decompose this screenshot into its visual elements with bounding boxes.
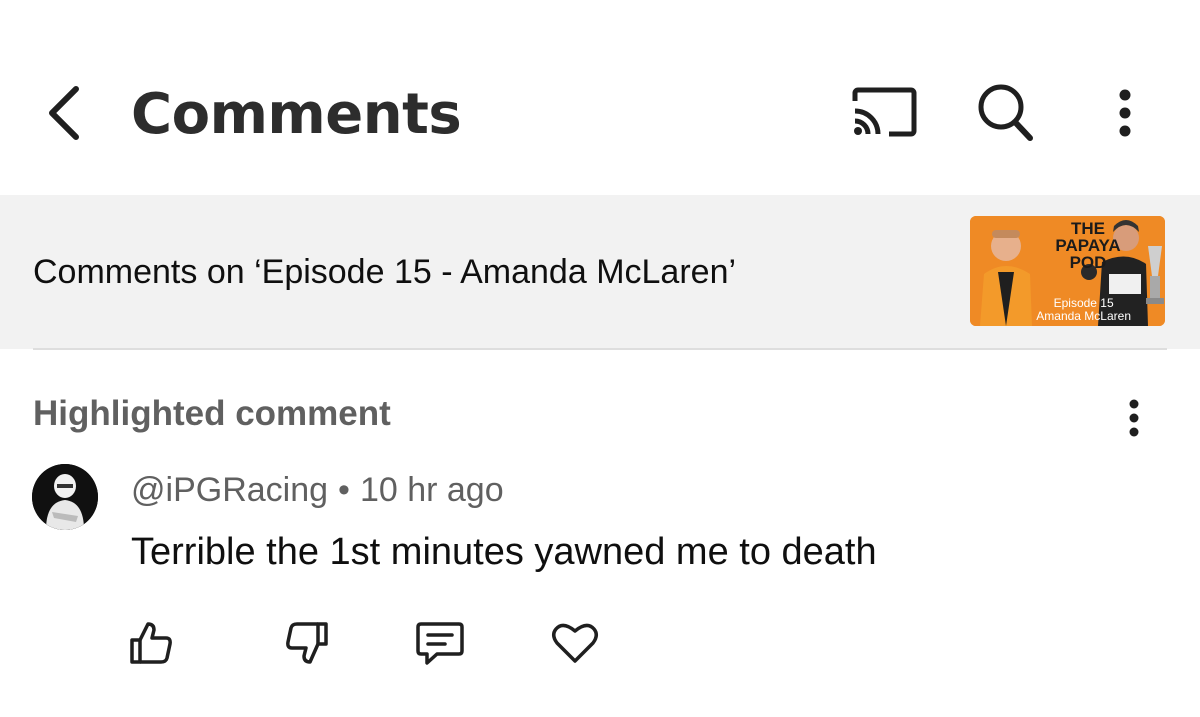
comment-author[interactable]: @iPGRacing [131, 471, 328, 509]
cast-icon [851, 87, 917, 144]
comment-more-button[interactable] [1112, 395, 1156, 445]
dislike-button[interactable] [277, 615, 337, 675]
reply-icon [415, 620, 465, 671]
more-vertical-icon [1115, 88, 1135, 143]
cast-button[interactable] [844, 80, 924, 150]
back-button[interactable] [36, 80, 92, 150]
context-title: Comments on ‘Episode 15 - Amanda McLaren… [33, 253, 737, 291]
comment-meta: @iPGRacing • 10 hr ago [131, 468, 504, 512]
search-button[interactable] [966, 78, 1046, 152]
thumbnail-title: THE PAPAYA POD [1055, 219, 1121, 272]
page-title: Comments [131, 82, 462, 147]
highlighted-comment-label: Highlighted comment [33, 394, 391, 433]
chevron-left-icon [44, 83, 84, 148]
search-icon [976, 82, 1036, 149]
avatar[interactable] [32, 464, 98, 530]
divider [33, 348, 1167, 350]
video-thumbnail[interactable]: THE PAPAYA POD Episode 15 Amanda McLaren [970, 216, 1165, 326]
like-button[interactable] [121, 615, 181, 675]
heart-icon [551, 621, 599, 670]
more-options-button[interactable] [1100, 78, 1150, 152]
comments-page: Comments Comments on ‘Episode 15 - Amand… [0, 0, 1200, 717]
thumbs-up-icon [128, 620, 174, 671]
comment-time: 10 hr ago [359, 471, 504, 509]
reply-button[interactable] [410, 615, 470, 675]
heart-button[interactable] [545, 615, 605, 675]
meta-separator: • [338, 471, 350, 509]
comment-text: Terrible the 1st minutes yawned me to de… [131, 531, 877, 573]
thumbnail-subtitle: Episode 15 Amanda McLaren [1036, 296, 1131, 323]
avatar-image [32, 464, 98, 530]
top-bar: Comments [0, 0, 1200, 195]
more-vertical-icon [1126, 398, 1142, 443]
thumbs-down-icon [284, 620, 330, 671]
